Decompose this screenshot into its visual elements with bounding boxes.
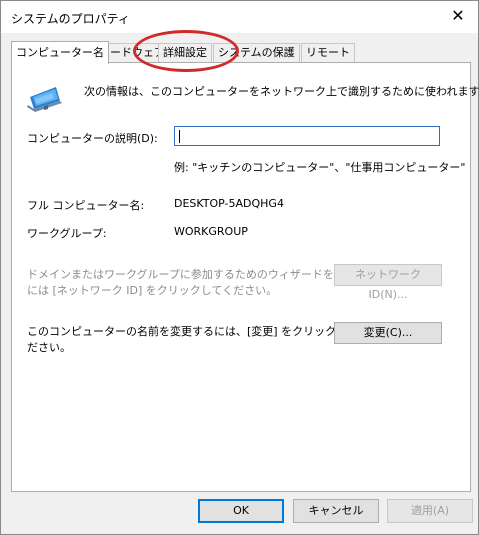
computer-icon [27, 87, 62, 112]
ok-button[interactable]: OK [198, 499, 284, 523]
network-id-button[interactable]: ネットワーク ID(N)... [334, 264, 442, 301]
rename-text-line2: ださい。 [27, 341, 71, 354]
intro-text: 次の情報は、このコンピューターをネットワーク上で識別するために使われます。 [84, 85, 479, 98]
text-caret [179, 130, 180, 143]
wizard-text-line1: ドメインまたはワークグループに参加するためのウィザードを使用する [27, 268, 378, 281]
window-title: システムのプロパティ [11, 12, 130, 26]
system-properties-window: システムのプロパティ ✕ コンピューター名 ハードウェア 詳細設定 システムの保… [0, 0, 479, 535]
tab-computer-name[interactable]: コンピューター名 [11, 41, 109, 64]
close-icon[interactable]: ✕ [438, 1, 478, 31]
rename-text-line1: このコンピューターの名前を変更するには、[変更] をクリックしてく [27, 325, 369, 338]
wizard-text-line2: には [ネットワーク ID] をクリックしてください。 [27, 284, 278, 297]
computer-description-input[interactable] [174, 126, 440, 146]
title-bar: システムのプロパティ ✕ [1, 1, 478, 33]
full-computer-name-label: フル コンピューター名: [27, 199, 145, 212]
workgroup-label: ワークグループ: [27, 227, 107, 240]
tab-panel: 次の情報は、このコンピューターをネットワーク上で識別するために使われます。 コン… [11, 62, 479, 492]
tab-advanced[interactable]: 詳細設定 [158, 43, 212, 62]
cancel-button[interactable]: キャンセル [293, 499, 379, 523]
tab-remote[interactable]: リモート [301, 43, 355, 62]
tab-system-protection[interactable]: システムの保護 [213, 43, 300, 62]
change-button[interactable]: 変更(C)... [334, 322, 442, 344]
apply-button[interactable]: 適用(A) [387, 499, 473, 523]
example-text: 例: "キッチンのコンピューター"、"仕事用コンピューター" [174, 161, 466, 174]
full-computer-name-value: DESKTOP-5ADQHG4 [174, 197, 284, 210]
workgroup-value: WORKGROUP [174, 225, 248, 238]
description-label: コンピューターの説明(D): [27, 132, 158, 145]
